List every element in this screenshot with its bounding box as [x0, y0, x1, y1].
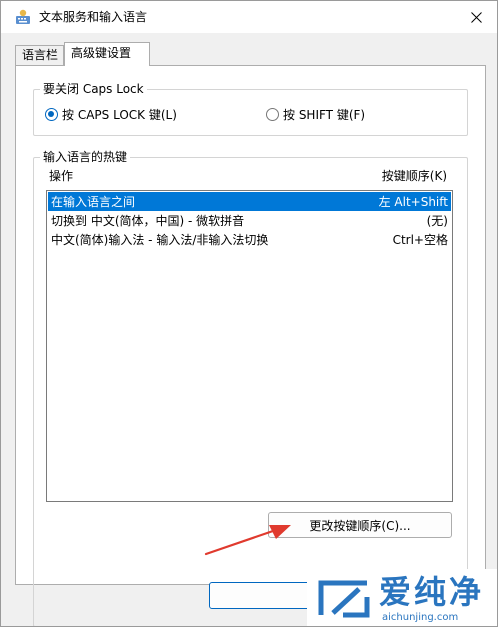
radio-label: 按 SHIFT 键(F) — [283, 108, 366, 122]
window-title: 文本服务和输入语言 — [39, 10, 148, 24]
list-item[interactable]: 切换到 中文(简体，中国) - 微软拼音 (无) — [48, 211, 451, 230]
hotkey-list[interactable]: 在输入语言之间 左 Alt+Shift 切换到 中文(简体，中国) - 微软拼音… — [46, 190, 453, 502]
close-button[interactable] — [453, 1, 497, 33]
list-item-sequence: (无) — [426, 214, 448, 228]
caps-lock-group-title: 要关闭 Caps Lock — [40, 81, 147, 97]
close-icon — [470, 11, 482, 23]
column-header-key-sequence: 按键顺序(K) — [381, 169, 447, 183]
brand-logo-icon — [318, 580, 370, 618]
list-item[interactable]: 在输入语言之间 左 Alt+Shift — [48, 192, 451, 211]
text-services-dialog: 文本服务和输入语言 语言栏 高级键设置 要关闭 Caps Lock 输入语言的热… — [0, 0, 498, 627]
keyboard-globe-icon — [16, 9, 30, 24]
list-item-action: 在输入语言之间 — [51, 195, 136, 209]
tab-language-bar[interactable]: 语言栏 — [15, 45, 64, 65]
list-item-sequence: Ctrl+空格 — [392, 233, 448, 247]
list-item[interactable]: 中文(简体)输入法 - 输入法/非输入法切换 Ctrl+空格 — [48, 230, 451, 249]
list-item-sequence: 左 Alt+Shift — [378, 195, 448, 209]
change-key-sequence-button[interactable]: 更改按键顺序(C)... — [268, 512, 452, 538]
list-item-action: 切换到 中文(简体，中国) - 微软拼音 — [51, 214, 245, 228]
title-bar: 文本服务和输入语言 — [1, 1, 497, 33]
radio-indicator — [266, 108, 279, 121]
radio-indicator — [45, 108, 58, 121]
tab-advanced-key-settings[interactable]: 高级键设置 — [64, 42, 150, 66]
watermark-badge: 爱纯净 aichunjing.com — [307, 569, 497, 626]
column-header-action: 操作 — [49, 169, 74, 183]
ok-button[interactable] — [209, 582, 319, 609]
list-item-action: 中文(简体)输入法 - 输入法/非输入法切换 — [51, 233, 269, 247]
radio-shift-key[interactable]: 按 SHIFT 键(F) — [266, 106, 365, 123]
hotkeys-group-title: 输入语言的热键 — [40, 149, 131, 165]
watermark-brand: 爱纯净 — [379, 573, 485, 611]
watermark-url: aichunjing.com — [382, 612, 459, 623]
radio-caps-lock-key[interactable]: 按 CAPS LOCK 键(L) — [45, 106, 177, 123]
radio-label: 按 CAPS LOCK 键(L) — [62, 108, 177, 122]
